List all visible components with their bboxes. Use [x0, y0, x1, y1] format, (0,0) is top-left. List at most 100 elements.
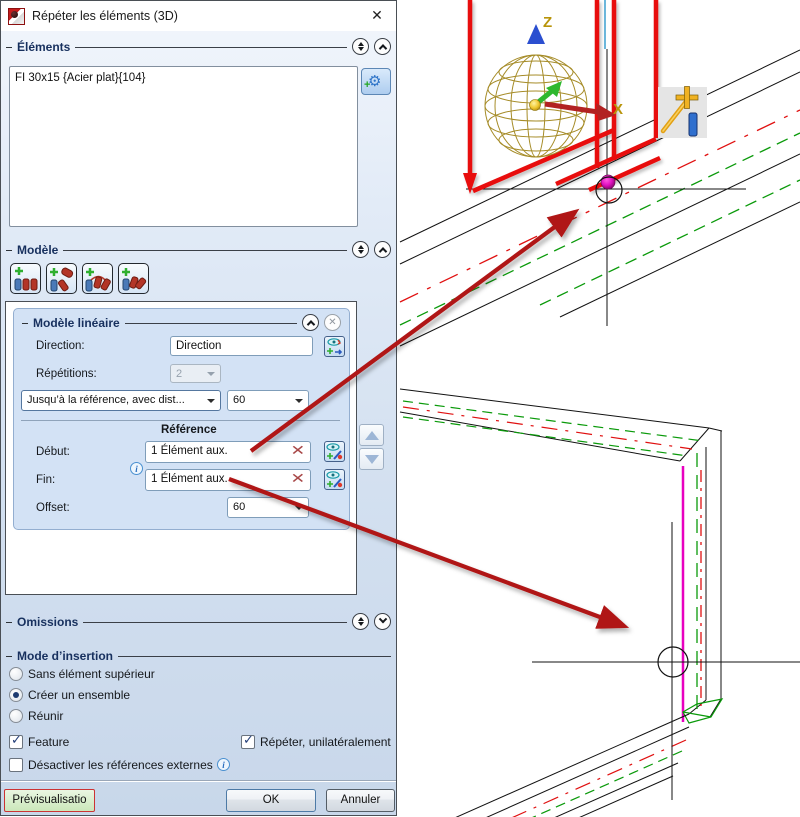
pattern-direction-icon	[50, 267, 74, 292]
x-axis-arrow	[544, 101, 599, 115]
disable-external-refs-checkbox[interactable]	[9, 758, 23, 772]
end-label: Fin:	[36, 474, 56, 486]
pattern-rotation-button[interactable]	[118, 263, 149, 294]
chevron-down-icon	[207, 398, 215, 403]
chevron-down-icon	[207, 371, 215, 376]
move-down-button[interactable]	[359, 448, 384, 470]
omissions-section-title: Omissions	[17, 614, 79, 629]
pattern-rotation-icon	[122, 268, 147, 291]
element-settings-button[interactable]: ⚙ +	[361, 68, 391, 95]
pattern-linear-button[interactable]	[10, 263, 41, 294]
chevron-down-icon	[378, 614, 387, 623]
repeat-unilateral-checkbox[interactable]: ✓	[241, 733, 255, 749]
radio-join-label[interactable]: Réunir	[28, 709, 63, 723]
end-reference-value: 1 Élément aux.	[151, 473, 228, 485]
direction-value: Direction	[176, 340, 222, 352]
direction-label: Direction:	[36, 340, 85, 352]
move-up-button[interactable]	[359, 424, 384, 446]
pattern-arc-button[interactable]	[82, 263, 113, 294]
dialog-title: Répéter les éléments (3D)	[32, 9, 178, 23]
direction-field[interactable]: Direction	[170, 336, 313, 356]
until-reference-combo[interactable]: Jusqu’à la référence, avec dist...	[21, 390, 221, 411]
z-axis-label: Z	[543, 14, 552, 31]
direction-pick-button[interactable]	[324, 336, 345, 357]
plus-icon: +	[364, 79, 371, 91]
offset-value: 60	[233, 501, 246, 513]
pattern-arc-icon	[85, 268, 111, 292]
preview-button[interactable]: Prévisualisatio	[4, 789, 95, 812]
check-icon: ✓	[11, 733, 22, 748]
close-icon[interactable]: ✕	[368, 7, 386, 25]
list-item[interactable]: FI 30x15 {Acier plat}{104}	[15, 72, 352, 84]
model-resize-button[interactable]	[352, 241, 369, 258]
clear-end-icon[interactable]: ✕	[291, 471, 306, 487]
panel-collapse-button[interactable]	[302, 314, 319, 331]
chevron-up-icon	[378, 246, 387, 256]
distance-combo[interactable]: 60	[227, 390, 309, 411]
info-icon: i	[130, 462, 143, 475]
ok-button[interactable]: OK	[226, 789, 316, 812]
arrow-up-icon	[364, 430, 379, 440]
spinner-icon	[357, 245, 364, 254]
app-icon	[8, 7, 25, 25]
elements-collapse-button[interactable]	[374, 38, 391, 55]
model-section-header: Modèle	[6, 241, 391, 258]
chevron-up-icon	[306, 319, 315, 329]
reference-header: Référence	[161, 424, 217, 436]
spinner-icon	[357, 42, 364, 51]
chevron-down-icon	[295, 398, 303, 403]
radio-create-assembly[interactable]	[9, 688, 23, 702]
offset-combo[interactable]: 60	[227, 497, 309, 518]
pattern-linear-icon	[14, 267, 38, 291]
linear-pattern-title: Modèle linéaire	[33, 315, 120, 330]
viewport-3d[interactable]: Z X	[396, 0, 800, 817]
dialog-titlebar[interactable]: Répéter les éléments (3D) ✕	[1, 1, 396, 31]
application-window: Z X Répéter les éléments (3D) ✕ Éléments…	[0, 0, 800, 817]
pick-reference-icon	[326, 443, 343, 460]
elements-listbox[interactable]: FI 30x15 {Acier plat}{104}	[9, 66, 358, 227]
insertion-section-title: Mode d’insertion	[17, 648, 113, 663]
insertion-section-header: Mode d’insertion	[6, 647, 391, 664]
pick-direction-icon	[327, 338, 343, 355]
elements-resize-button[interactable]	[352, 38, 369, 55]
start-reference-value: 1 Élément aux.	[151, 445, 228, 457]
radio-no-parent[interactable]	[9, 667, 23, 681]
feature-checkbox[interactable]: ✓	[9, 733, 23, 749]
linear-pattern-header: Modèle linéaire ✕	[22, 314, 341, 331]
feature-checkbox-label[interactable]: Feature	[28, 735, 69, 749]
linear-pattern-panel: Modèle linéaire ✕ Direction: Direction R…	[13, 308, 350, 530]
clear-start-icon[interactable]: ✕	[291, 443, 306, 459]
spinner-icon	[357, 617, 364, 626]
model-collapse-button[interactable]	[374, 241, 391, 258]
repetitions-label: Répétitions:	[36, 368, 97, 380]
radio-join[interactable]	[9, 709, 23, 723]
info-icon: i	[217, 758, 230, 771]
lower-beam-wireframe	[399, 388, 724, 817]
radio-create-assembly-label[interactable]: Créer un ensemble	[28, 688, 130, 702]
close-icon: ✕	[328, 317, 337, 328]
omissions-resize-button[interactable]	[352, 613, 369, 630]
arrow-down-icon	[364, 454, 379, 464]
start-reference-field[interactable]: 1 Élément aux. ✕	[145, 441, 311, 463]
cancel-button[interactable]: Annuler	[326, 789, 395, 812]
start-pick-button[interactable]	[324, 441, 345, 462]
cursor-tool-icon	[658, 86, 707, 138]
radio-no-parent-label[interactable]: Sans élément supérieur	[28, 667, 155, 681]
omissions-expand-button[interactable]	[374, 613, 391, 630]
elements-section-title: Éléments	[17, 39, 71, 54]
end-pick-button[interactable]	[324, 469, 345, 490]
repetitions-combo: 2	[170, 364, 221, 383]
repeat-unilateral-label[interactable]: Répéter, unilatéralement	[260, 735, 391, 749]
pattern-direction-button[interactable]	[46, 263, 77, 294]
panel-close-button[interactable]: ✕	[324, 314, 341, 331]
until-reference-value: Jusqu’à la référence, avec dist...	[27, 394, 185, 406]
disable-external-refs-label[interactable]: Désactiver les références externes	[28, 758, 213, 772]
elements-section-header: Éléments	[6, 38, 391, 55]
beam-end-section	[682, 698, 724, 724]
repeat-elements-dialog: Répéter les éléments (3D) ✕ Éléments FI …	[0, 0, 397, 816]
upper-beam-wireframe	[399, 49, 800, 347]
distance-value: 60	[233, 394, 246, 406]
repetitions-value: 2	[176, 368, 183, 380]
aux-line-glyph	[688, 112, 698, 137]
end-reference-field[interactable]: 1 Élément aux. ✕	[145, 469, 311, 491]
